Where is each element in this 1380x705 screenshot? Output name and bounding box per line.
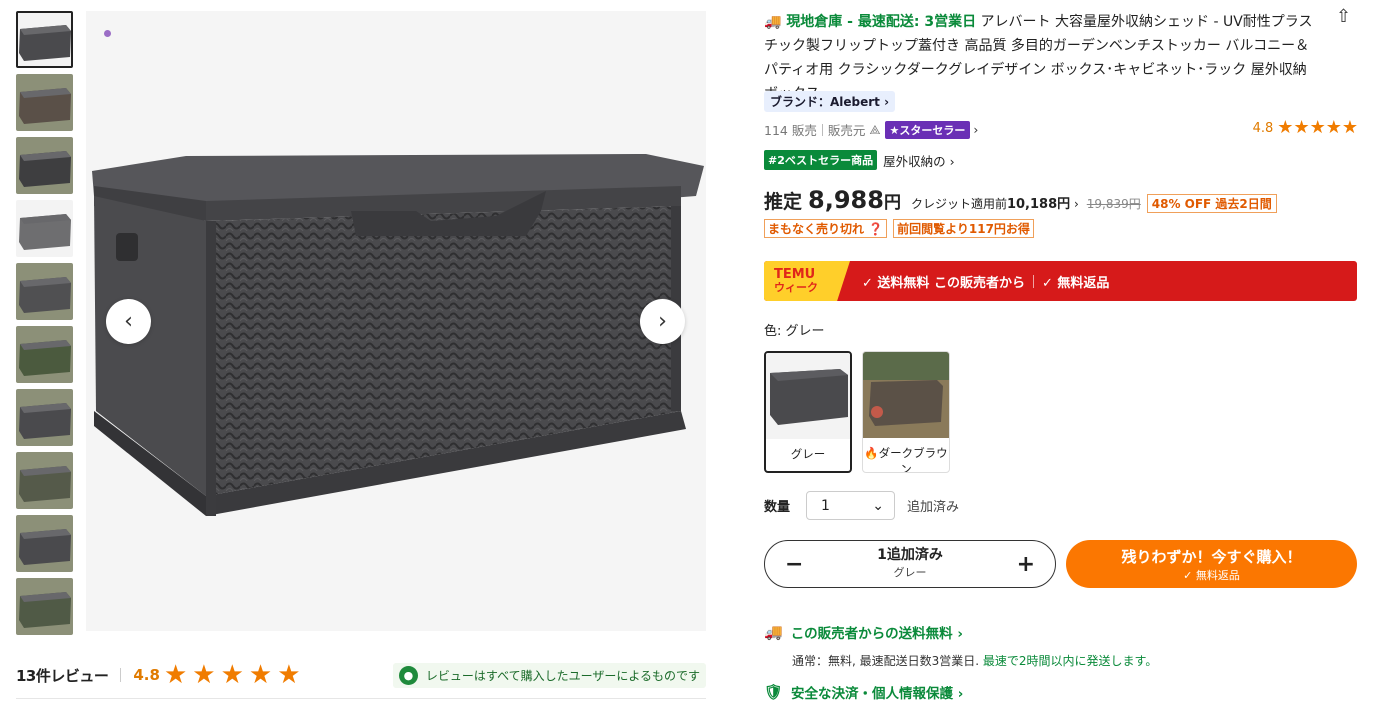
- color-option-label: グレー: [790, 447, 826, 461]
- verified-shield-icon: ●: [398, 665, 418, 685]
- chevron-right-icon[interactable]: ›: [973, 122, 978, 137]
- thumbnail-9[interactable]: [16, 515, 73, 572]
- rating-value: 4.8: [1252, 120, 1274, 136]
- thumbnail-6[interactable]: [16, 326, 73, 383]
- thumbnail-list: [16, 11, 74, 641]
- secure-payment-link[interactable]: 🛡 安全な決済・個人情報保護 ›: [764, 682, 963, 702]
- color-label: 色: グレー: [764, 324, 825, 339]
- gallery-next-button[interactable]: ›: [640, 299, 685, 344]
- price-row: 推定 8,988 円 クレジット適用前10,188円 › 19,839円 48%…: [764, 186, 1277, 214]
- thumbnail-5[interactable]: [16, 263, 73, 320]
- share-icon[interactable]: ⇧: [1336, 6, 1351, 27]
- review-score: 4.8: [133, 666, 160, 684]
- seller-icon: ⟁: [869, 121, 881, 137]
- product-rating[interactable]: 4.8 ★ ★ ★ ★ ★: [1253, 119, 1358, 137]
- price-drop-chip: 前回閲覧より117円お得: [893, 219, 1034, 238]
- brand-link[interactable]: ブランド：Alebert ›: [764, 91, 896, 112]
- thumbnail-2[interactable]: [16, 74, 73, 131]
- star-icon: ★: [163, 660, 188, 690]
- star-icon: ★: [248, 660, 273, 690]
- original-price: 19,839円: [1086, 197, 1141, 211]
- review-count[interactable]: 13件レビュー: [16, 665, 109, 686]
- buy-now-button[interactable]: 残りわずか！今すぐ購入！ ✓ 無料返品: [1066, 540, 1357, 588]
- credit-price[interactable]: クレジット適用前10,188円 ›: [911, 193, 1079, 212]
- shipping-detail: 通常：無料, 最速配送日数3営業日. 最速で2時間以内に発送します。: [792, 654, 1158, 668]
- gallery-prev-button[interactable]: ‹: [106, 299, 151, 344]
- chevron-right-icon: ›: [658, 309, 667, 334]
- product-page: ‹ › 13件レビュー 4.8 ★ ★ ★ ★ ★ ● レビューはすべて購入した…: [0, 0, 1380, 705]
- verified-review-text: レビューはすべて購入したユーザーによるものです: [425, 668, 700, 683]
- quantity-label: 数量: [764, 500, 791, 515]
- divider: [1032, 274, 1034, 288]
- main-product-image[interactable]: [86, 11, 706, 631]
- thumbnail-3[interactable]: [16, 137, 73, 194]
- free-shipping-text: ✓ 送料無料 この販売者から: [862, 275, 1025, 291]
- flame-icon: 🔥: [864, 446, 879, 460]
- price-currency: 円: [883, 193, 901, 213]
- bestseller-row[interactable]: #2ベストセラー商品 屋外収納の ›: [764, 150, 955, 170]
- star-icon: ★: [220, 660, 244, 690]
- cart-status: 1追加済み グレー: [877, 547, 943, 581]
- increase-button[interactable]: +: [1017, 552, 1035, 577]
- color-option-grey[interactable]: グレー: [764, 351, 852, 473]
- thumbnail-7[interactable]: [16, 389, 73, 446]
- free-return-text: ✓ 無料返品: [1041, 275, 1110, 291]
- cart-variant: グレー: [893, 566, 927, 579]
- star-icon: ★: [277, 660, 301, 690]
- temu-week-banner: TEMU ウィーク ✓ 送料無料 この販売者から ✓ 無料返品: [764, 261, 1357, 301]
- brown-box-thumbnail: [863, 352, 949, 438]
- bestseller-category[interactable]: 屋外収納の ›: [883, 151, 954, 170]
- star-icon: ★: [1293, 117, 1310, 138]
- added-status: 追加済み: [907, 500, 960, 515]
- sold-count: 114 販売: [764, 123, 817, 138]
- truck-icon: 🚚: [764, 623, 783, 641]
- banner-benefits: ✓ 送料無料 この販売者から ✓ 無料返品: [862, 272, 1109, 291]
- almost-sold-out-chip[interactable]: まもなく売り切れ ❓: [764, 219, 888, 238]
- buy-now-label: 残りわずか！今すぐ購入！: [1121, 547, 1302, 566]
- sales-seller-row: 114 販売 販売元 ⟁ ★スターセラー ›: [764, 120, 978, 139]
- free-shipping-title: この販売者からの送料無料 ›: [790, 626, 963, 642]
- price-chips: まもなく売り切れ ❓ 前回閲覧より117円お得: [764, 219, 1040, 238]
- star-icon: ★: [1325, 117, 1342, 138]
- free-shipping-link[interactable]: 🚚 この販売者からの送料無料 ›: [764, 622, 963, 642]
- quantity-row: 数量 1 ⌄ 追加済み: [764, 491, 959, 520]
- star-seller-badge[interactable]: ★スターセラー: [884, 120, 971, 139]
- cart-added-text: 1追加済み: [877, 547, 943, 563]
- thumbnail-8[interactable]: [16, 452, 73, 509]
- verified-review-note: ● レビューはすべて購入したユーザーによるものです: [392, 662, 706, 688]
- storage-box-image: [92, 154, 704, 516]
- decrease-button[interactable]: −: [785, 552, 803, 577]
- color-option-label: 🔥ダークブラウン: [864, 446, 948, 473]
- star-icon: ★: [1309, 117, 1326, 138]
- star-icon: ★: [192, 660, 216, 690]
- image-indicator-dot: [104, 30, 111, 37]
- cart-stepper: − 1追加済み グレー +: [764, 540, 1056, 588]
- price-label: 推定: [764, 191, 803, 213]
- price-amount: 8,988: [808, 186, 884, 214]
- review-stars: ★ ★ ★ ★ ★: [164, 662, 306, 688]
- chevron-down-icon: ⌄: [872, 497, 885, 514]
- divider: [120, 668, 122, 682]
- shield-check-icon: 🛡: [764, 683, 784, 701]
- temu-week-logo: TEMU ウィーク: [764, 261, 850, 301]
- quantity-value: 1: [821, 497, 830, 514]
- chevron-left-icon: ‹: [124, 309, 133, 334]
- buy-now-sub: ✓ 無料返品: [1183, 568, 1240, 582]
- secure-payment-text: 安全な決済・個人情報保護 ›: [791, 686, 964, 702]
- thumbnail-10[interactable]: [16, 578, 73, 635]
- color-option-dark-brown[interactable]: 🔥ダークブラウン: [862, 351, 950, 473]
- quantity-select[interactable]: 1 ⌄: [806, 491, 896, 520]
- fast-delivery-label: 🚚 現地倉庫 - 最速配送: 3営業日: [764, 14, 977, 30]
- grey-box-thumbnail: [766, 353, 850, 439]
- bestseller-badge: #2ベストセラー商品: [764, 150, 878, 170]
- discount-badge: 48% OFF 過去2日間: [1146, 194, 1277, 213]
- reviews-summary: 13件レビュー 4.8 ★ ★ ★ ★ ★ ● レビューはすべて購入したユーザー…: [16, 657, 706, 693]
- star-icon: ★: [1341, 117, 1358, 138]
- star-icon: ★: [1277, 117, 1294, 138]
- thumbnail-4[interactable]: [16, 200, 73, 257]
- divider: [16, 698, 706, 699]
- seller-label: 販売元: [827, 123, 866, 138]
- thumbnail-1[interactable]: [16, 11, 73, 68]
- divider: [821, 123, 823, 136]
